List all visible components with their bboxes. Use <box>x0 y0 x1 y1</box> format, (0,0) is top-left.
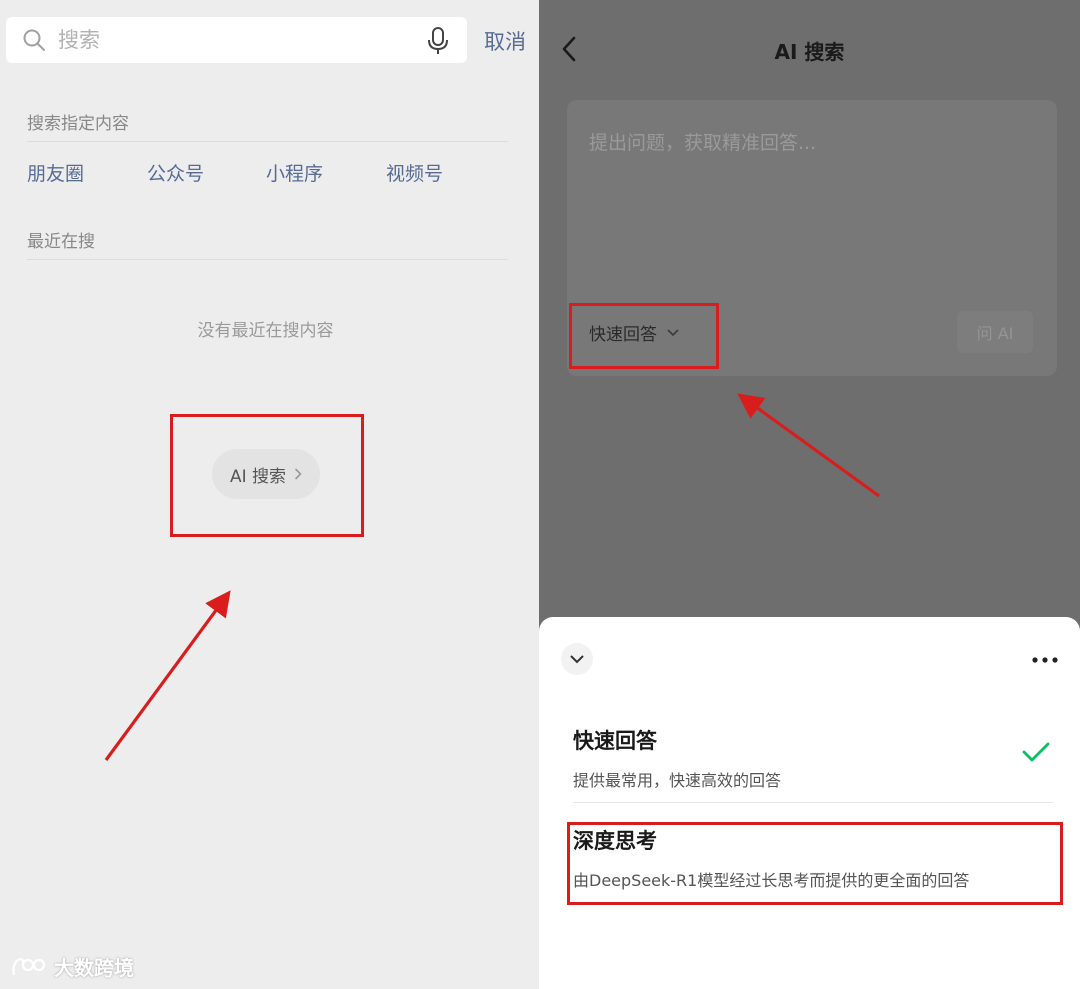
option-quick-answer[interactable]: 快速回答 提供最常用，快速高效的回答 <box>573 725 1053 791</box>
right-panel: AI 搜索 提出问题，获取精准回答... 快速回答 问 AI 快速回答 提供最常… <box>539 0 1080 989</box>
search-icon <box>23 29 45 51</box>
quick-link-moments[interactable]: 朋友圈 <box>27 159 84 186</box>
empty-recent-text: 没有最近在搜内容 <box>197 321 334 341</box>
divider <box>573 802 1053 803</box>
search-input[interactable] <box>58 17 418 63</box>
mic-icon[interactable] <box>427 27 449 55</box>
ask-ai-button[interactable]: 问 AI <box>957 311 1033 353</box>
divider <box>27 259 508 260</box>
watermark-text: 大数跨境 <box>54 956 134 980</box>
page-title: AI 搜索 <box>774 40 845 64</box>
quick-link-channels[interactable]: 视频号 <box>386 159 443 186</box>
cancel-button[interactable]: 取消 <box>484 26 526 56</box>
question-input[interactable]: 提出问题，获取精准回答... <box>589 128 816 155</box>
highlight-box-ai-search <box>170 414 364 537</box>
chevron-down-icon <box>570 655 584 663</box>
option-title: 快速回答 <box>573 729 657 753</box>
quick-link-mini-programs[interactable]: 小程序 <box>266 159 323 186</box>
highlight-box-deep-thinking <box>567 822 1063 905</box>
watermark: 大数跨境 <box>10 952 134 981</box>
more-icon[interactable] <box>1032 657 1058 663</box>
highlight-box-mode-select <box>569 303 719 369</box>
check-icon <box>1022 742 1050 762</box>
watermark-logo-icon <box>12 957 46 975</box>
collapse-button[interactable] <box>561 643 593 675</box>
option-desc: 提供最常用，快速高效的回答 <box>573 771 782 790</box>
section-label-recent: 最近在搜 <box>27 232 95 252</box>
section-label-specified: 搜索指定内容 <box>27 114 129 134</box>
left-panel: 取消 搜索指定内容 朋友圈 公众号 小程序 视频号 最近在搜 没有最近在搜内容 … <box>0 0 539 989</box>
quick-link-official-accounts[interactable]: 公众号 <box>147 159 204 186</box>
mode-sheet: 快速回答 提供最常用，快速高效的回答 深度思考 由DeepSeek-R1模型经过… <box>539 617 1080 989</box>
search-bar[interactable] <box>6 17 467 63</box>
divider <box>27 141 508 142</box>
